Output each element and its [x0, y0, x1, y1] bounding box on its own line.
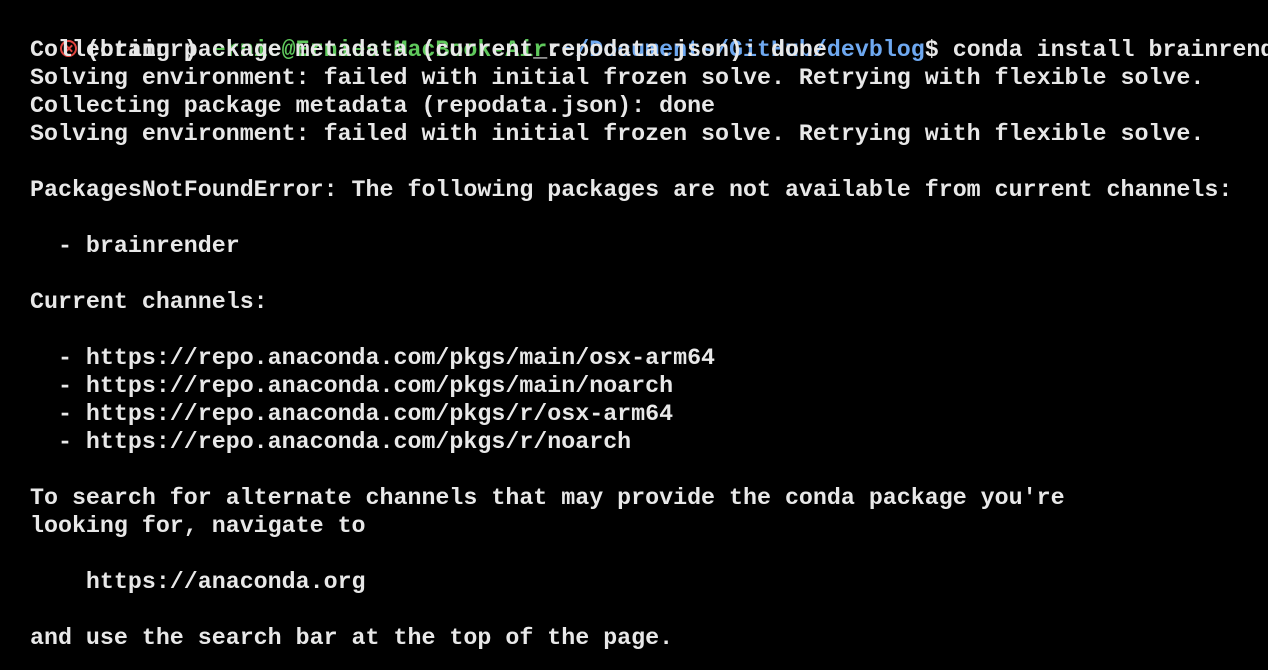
final-hint: and use the search bar at the top of the… — [30, 625, 674, 651]
search-hint: looking for, navigate to — [30, 513, 366, 539]
output-line: Collecting package metadata (current_rep… — [30, 37, 827, 63]
channels-header: Current channels: — [30, 289, 268, 315]
channel-item: - https://repo.anaconda.com/pkgs/main/os… — [30, 345, 716, 371]
error-message: PackagesNotFoundError: The following pac… — [30, 177, 1233, 203]
output-line: Solving environment: failed with initial… — [30, 121, 1205, 147]
output-line: Solving environment: failed with initial… — [30, 65, 1205, 91]
channel-item: - https://repo.anaconda.com/pkgs/r/osx-a… — [30, 401, 674, 427]
channel-item: - https://repo.anaconda.com/pkgs/main/no… — [30, 373, 674, 399]
prompt-symbol: $ — [924, 37, 939, 63]
channel-item: - https://repo.anaconda.com/pkgs/r/noarc… — [30, 429, 632, 455]
command-text[interactable]: conda install brainrender — [953, 37, 1268, 63]
output-line: Collecting package metadata (repodata.js… — [30, 93, 716, 119]
prompt-line: (brainr) ernie@Ernies-MacBook-Air:~/Docu… — [4, 8, 1268, 63]
search-hint: To search for alternate channels that ma… — [30, 485, 1065, 511]
terminal-window[interactable]: (brainr) ernie@Ernies-MacBook-Air:~/Docu… — [0, 0, 1268, 670]
anaconda-url: https://anaconda.org — [30, 569, 366, 595]
missing-package: - brainrender — [30, 233, 240, 259]
